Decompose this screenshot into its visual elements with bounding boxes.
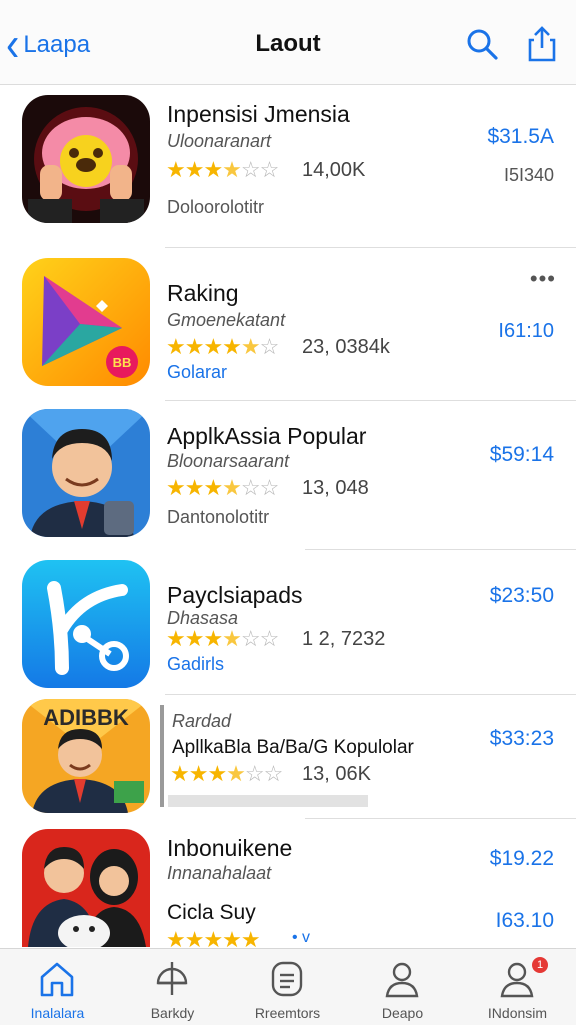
app-icon-piggy: [22, 95, 150, 223]
app-subtitle: Rardad: [172, 711, 232, 731]
tab-label: Barkdy: [150, 1005, 195, 1021]
app-category: Doloorolotitr: [167, 197, 265, 217]
app-icon-couple: [22, 829, 150, 947]
price-button[interactable]: $31.5A: [487, 125, 554, 149]
app-subtitle: Gmoenekatant: [167, 310, 286, 330]
star-rating: ★★★★☆☆: [166, 475, 279, 500]
scroll-bar: [168, 795, 368, 807]
list-card-icon: [271, 961, 303, 997]
app-category[interactable]: Golarar: [167, 362, 227, 383]
app-subtitle: Uloonaranart: [167, 131, 272, 151]
rating-count: • v: [292, 929, 311, 946]
price-button[interactable]: $33:23: [490, 727, 554, 751]
tab-discover[interactable]: Barkdy: [115, 949, 230, 1025]
tab-reminders[interactable]: Rreemtors: [230, 949, 345, 1025]
price-button[interactable]: $19.22: [490, 847, 554, 871]
list-item[interactable]: BB Raking Gmoenekatant ★★★★★☆ 23, 0384k …: [0, 248, 576, 398]
star-rating: ★★★★☆☆: [170, 761, 283, 786]
app-name: Raking: [167, 280, 239, 306]
price-note: I5I340: [503, 165, 554, 185]
app-subtitle: Bloonarsaarant: [167, 451, 290, 471]
price-button[interactable]: $59:14: [490, 443, 554, 467]
tab-home[interactable]: Inalalara: [0, 949, 115, 1025]
price-note: I63.10: [495, 909, 554, 932]
price-button[interactable]: I61:10: [498, 320, 554, 343]
app-subtitle: Innanahalaat: [167, 863, 272, 883]
list-item[interactable]: Inpensisi Jmensia Uloonaranart ★★★★☆☆ 14…: [0, 85, 576, 235]
rating-count: 13, 06K: [302, 763, 371, 785]
app-icon-triangle: BB: [22, 258, 150, 386]
app-icon-share-arrow: [22, 560, 150, 688]
tab-label: Deapo: [381, 1005, 424, 1021]
svg-text:ADIBBK: ADIBBK: [43, 705, 129, 730]
profile-icon: [500, 962, 534, 998]
app-icon-businessman: [22, 409, 150, 537]
svg-text:BB: BB: [113, 355, 132, 370]
app-name: Inpensisi Jmensia: [167, 101, 350, 127]
price-button[interactable]: $23:50: [490, 584, 554, 608]
compass-icon: [156, 962, 188, 995]
notification-badge: 1: [532, 957, 548, 973]
home-icon: [40, 962, 74, 997]
app-name: ApplkAssia Popular: [167, 423, 367, 449]
person-icon: [385, 962, 419, 998]
share-icon[interactable]: [522, 24, 562, 64]
tab-label: INdonsim: [487, 1005, 548, 1021]
app-category: Cicla Suy: [167, 901, 256, 924]
star-rating: ★★★★☆☆: [166, 157, 279, 182]
star-rating: ★★★★★☆: [166, 334, 279, 359]
list-item[interactable]: ADIBBK Rardad ApllkaBla Ba/Ba/G Kopulola…: [0, 695, 576, 820]
tab-people[interactable]: Deapo: [345, 949, 460, 1025]
app-category: Dantonolotitr: [167, 507, 270, 527]
nav-bar: ‹ Laapa Laout: [0, 0, 576, 85]
rating-count: 1 2, 7232: [302, 628, 386, 650]
rating-count: 23, 0384k: [302, 336, 390, 358]
list-item[interactable]: ApplkAssia Popular Bloonarsaarant ★★★★☆☆…: [0, 401, 576, 551]
app-name: Payclsiapads: [167, 582, 303, 608]
more-options-button[interactable]: •••: [530, 266, 556, 292]
list-item[interactable]: Inbonuikene Innanahalaat Cicla Suy ★★★★★…: [0, 819, 576, 952]
app-name: ApllkaBla Ba/Ba/G Kopulolar: [172, 737, 414, 758]
app-icon-cartoon-man: ADIBBK: [22, 699, 150, 813]
star-rating: ★★★★☆☆: [166, 626, 279, 651]
tab-label: Inalalara: [30, 1005, 85, 1021]
tab-profile[interactable]: 1 INdonsim: [460, 949, 575, 1025]
search-icon[interactable]: [462, 24, 502, 64]
app-category[interactable]: Gadirls: [167, 654, 224, 675]
list-item[interactable]: Payclsiapads Dhasasa ★★★★☆☆ 1 2, 7232 Ga…: [0, 550, 576, 695]
rating-count: 13, 048: [302, 477, 369, 499]
app-name: Inbonuikene: [167, 835, 293, 861]
tab-label: Rreemtors: [254, 1005, 321, 1021]
tab-bar: Inalalara Barkdy Rreemtors Deapo 1 INdon…: [0, 948, 576, 1025]
rating-count: 14,00K: [302, 159, 366, 181]
